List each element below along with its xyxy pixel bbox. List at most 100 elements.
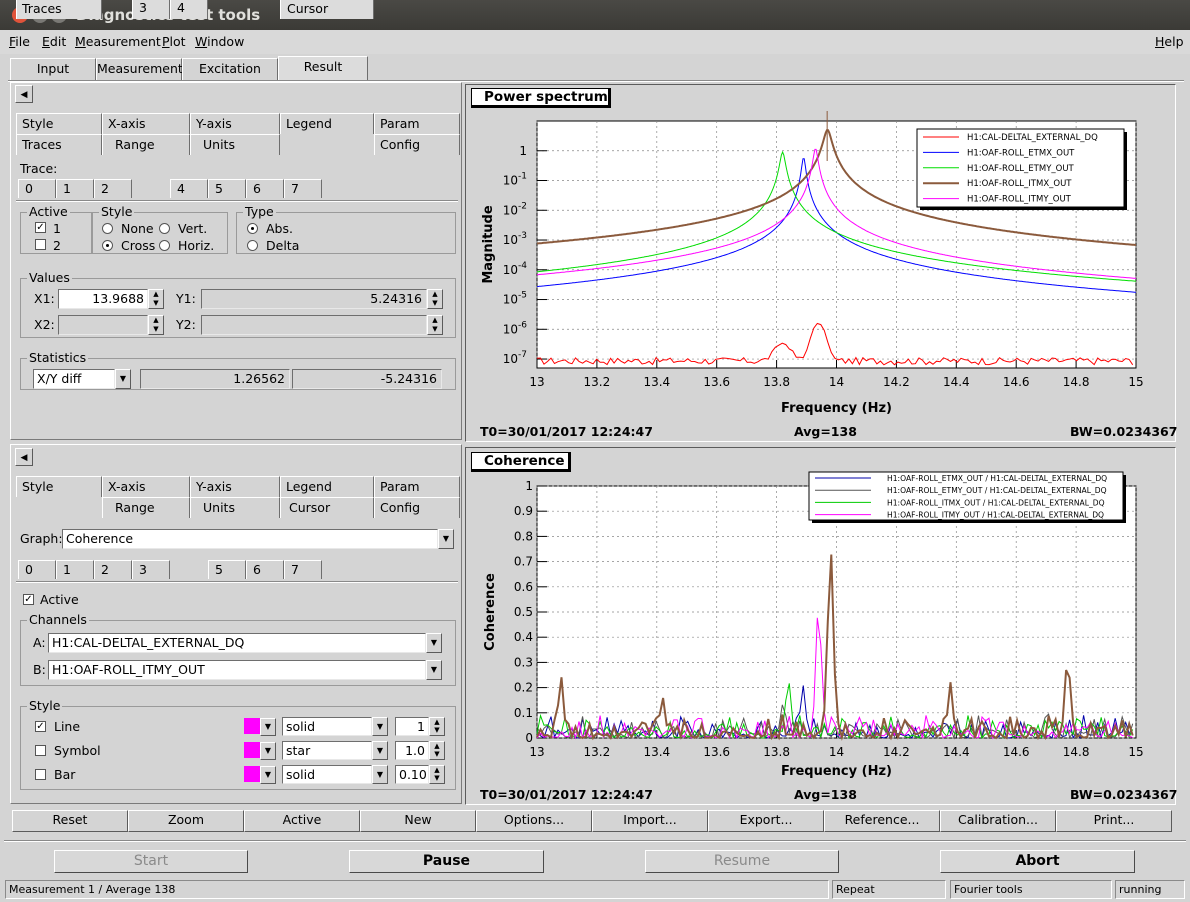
symbol-checkbox[interactable] bbox=[35, 745, 46, 756]
trace-tab-4[interactable]: 4 bbox=[170, 179, 208, 198]
tab-cursor[interactable]: Cursor bbox=[280, 0, 374, 19]
collapse-left-icon[interactable]: ◀ bbox=[15, 85, 33, 103]
trace-tab-b4[interactable]: 4 bbox=[170, 0, 208, 19]
collapse-left-icon-2[interactable]: ◀ bbox=[15, 448, 33, 466]
tab-param[interactable]: Param bbox=[374, 113, 460, 134]
type-delta-radio[interactable] bbox=[247, 240, 258, 251]
line-width-spinner[interactable]: ▲ ▼ bbox=[429, 717, 445, 736]
tab-config-2[interactable]: Config bbox=[374, 497, 460, 518]
tab-param-2[interactable]: Param bbox=[374, 476, 460, 497]
line-width-input[interactable]: 1 bbox=[395, 717, 429, 736]
tab-style[interactable]: Style bbox=[16, 113, 102, 134]
statistics-dropdown-icon[interactable]: ▼ bbox=[115, 369, 131, 389]
trace-tab-7[interactable]: 7 bbox=[284, 179, 322, 198]
tab-units-2[interactable]: Units bbox=[190, 497, 280, 518]
style-none-radio[interactable] bbox=[102, 223, 113, 234]
trace-tab-b0[interactable]: 0 bbox=[18, 560, 56, 579]
menu-edit[interactable]: Edit bbox=[42, 34, 66, 49]
bar-style-select[interactable]: solid bbox=[282, 765, 372, 784]
style-vert-radio[interactable] bbox=[159, 223, 170, 234]
symbol-color-swatch[interactable] bbox=[244, 742, 260, 758]
trace-tab-b1[interactable]: 1 bbox=[56, 560, 94, 579]
trace-tab-b7[interactable]: 7 bbox=[284, 560, 322, 579]
trace-tab-b3[interactable]: 3 bbox=[132, 560, 170, 579]
channel-a-select[interactable]: H1:CAL-DELTAL_EXTERNAL_DQ bbox=[48, 633, 426, 653]
x1-input[interactable]: 13.9688 bbox=[58, 289, 148, 309]
abort-button[interactable]: Abort bbox=[940, 850, 1135, 873]
tab-y-axis[interactable]: Y-axis bbox=[190, 113, 280, 134]
y1-spinner[interactable]: ▲ ▼ bbox=[427, 289, 443, 309]
reset-button[interactable]: Reset bbox=[12, 810, 128, 832]
print-button[interactable]: Print... bbox=[1056, 810, 1172, 832]
tab-x-axis[interactable]: X-axis bbox=[102, 113, 190, 134]
statistics-mode-select[interactable]: X/Y diff bbox=[33, 369, 115, 389]
symbol-color-dropdown-icon[interactable]: ▼ bbox=[260, 742, 276, 760]
bar-color-swatch[interactable] bbox=[244, 766, 260, 782]
trace-tab-0[interactable]: 0 bbox=[18, 179, 56, 198]
y2-spinner[interactable]: ▲ ▼ bbox=[427, 315, 443, 335]
tab-measurement[interactable]: Measurement bbox=[96, 58, 183, 80]
reference-button[interactable]: Reference... bbox=[824, 810, 940, 832]
tab-range[interactable]: Range bbox=[102, 134, 190, 155]
pause-button[interactable]: Pause bbox=[349, 850, 544, 873]
tab-cursor-2[interactable]: Cursor bbox=[280, 497, 374, 518]
symbol-style-dropdown-icon[interactable]: ▼ bbox=[372, 741, 388, 760]
menu-measurement[interactable]: Measurement bbox=[75, 34, 161, 49]
symbol-style-select[interactable]: star bbox=[282, 741, 372, 760]
menu-plot[interactable]: Plot bbox=[162, 34, 186, 49]
tab-excitation[interactable]: Excitation bbox=[182, 58, 278, 80]
active-button[interactable]: Active bbox=[244, 810, 360, 832]
tab-config[interactable]: Config bbox=[374, 134, 460, 155]
tab-legend-2[interactable]: Legend bbox=[280, 476, 374, 497]
start-button[interactable]: Start bbox=[54, 850, 248, 873]
style-cross-radio[interactable] bbox=[102, 240, 113, 251]
tab-units[interactable]: Units bbox=[190, 134, 280, 155]
trace-tab-2[interactable]: 2 bbox=[94, 179, 132, 198]
tab-y-axis-2[interactable]: Y-axis bbox=[190, 476, 280, 497]
y1-input[interactable]: 5.24316 bbox=[201, 289, 427, 309]
active-1-checkbox[interactable]: ✓ bbox=[35, 222, 46, 233]
menu-help[interactable]: Help bbox=[1155, 34, 1184, 49]
resume-button[interactable]: Resume bbox=[645, 850, 839, 873]
graph-dropdown-icon[interactable]: ▼ bbox=[438, 529, 454, 549]
tab-result[interactable]: Result bbox=[278, 56, 368, 80]
active-2-checkbox[interactable] bbox=[35, 239, 46, 250]
type-abs-radio[interactable] bbox=[247, 223, 258, 234]
tab-x-axis-2[interactable]: X-axis bbox=[102, 476, 190, 497]
power-spectrum-chart[interactable]: 13 13.2 13.4 13.6 13.8 14 14.2 14.4 14.6 14.8 15 1 1… bbox=[466, 85, 1175, 441]
symbol-size-spinner[interactable]: ▲ ▼ bbox=[429, 741, 445, 760]
x1-spinner[interactable]: ▲ ▼ bbox=[148, 289, 164, 309]
channel-b-dropdown-icon[interactable]: ▼ bbox=[426, 660, 442, 680]
bar-color-dropdown-icon[interactable]: ▼ bbox=[260, 766, 276, 784]
trace-tab-b5[interactable]: 5 bbox=[208, 560, 246, 579]
bar-style-dropdown-icon[interactable]: ▼ bbox=[372, 765, 388, 784]
calibration-button[interactable]: Calibration... bbox=[940, 810, 1056, 832]
line-checkbox[interactable]: ✓ bbox=[35, 721, 46, 732]
coherence-chart[interactable]: 13 13.2 13.4 13.6 13.8 14 14.2 14.4 14.6 14.8 15 0 0… bbox=[466, 448, 1175, 804]
zoom-button[interactable]: Zoom bbox=[128, 810, 244, 832]
graph-select[interactable]: Coherence bbox=[62, 529, 438, 549]
style-horiz-radio[interactable] bbox=[159, 240, 170, 251]
tab-range-2[interactable]: Range bbox=[102, 497, 190, 518]
new-button[interactable]: New bbox=[360, 810, 476, 832]
x2-spinner[interactable]: ▲ ▼ bbox=[148, 315, 164, 335]
bar-width-input[interactable]: 0.10 bbox=[395, 765, 429, 784]
line-style-dropdown-icon[interactable]: ▼ bbox=[372, 717, 388, 736]
options-button[interactable]: Options... bbox=[476, 810, 592, 832]
tab-legend[interactable]: Legend bbox=[280, 113, 374, 134]
tab-input[interactable]: Input bbox=[10, 58, 96, 80]
export-button[interactable]: Export... bbox=[708, 810, 824, 832]
line-style-select[interactable]: solid bbox=[282, 717, 372, 736]
tab-traces[interactable]: Traces bbox=[16, 134, 102, 155]
trace-active-checkbox[interactable]: ✓ bbox=[23, 594, 34, 605]
trace-tab-b6[interactable]: 6 bbox=[246, 560, 284, 579]
trace-tab-1[interactable]: 1 bbox=[56, 179, 94, 198]
channel-b-select[interactable]: H1:OAF-ROLL_ITMY_OUT bbox=[48, 660, 426, 680]
import-button[interactable]: Import... bbox=[592, 810, 708, 832]
x2-input[interactable] bbox=[58, 315, 148, 335]
symbol-size-input[interactable]: 1.0 bbox=[395, 741, 429, 760]
bar-checkbox[interactable] bbox=[35, 769, 46, 780]
channel-a-dropdown-icon[interactable]: ▼ bbox=[426, 633, 442, 653]
line-color-swatch[interactable] bbox=[244, 718, 260, 734]
trace-tab-b2[interactable]: 2 bbox=[94, 560, 132, 579]
